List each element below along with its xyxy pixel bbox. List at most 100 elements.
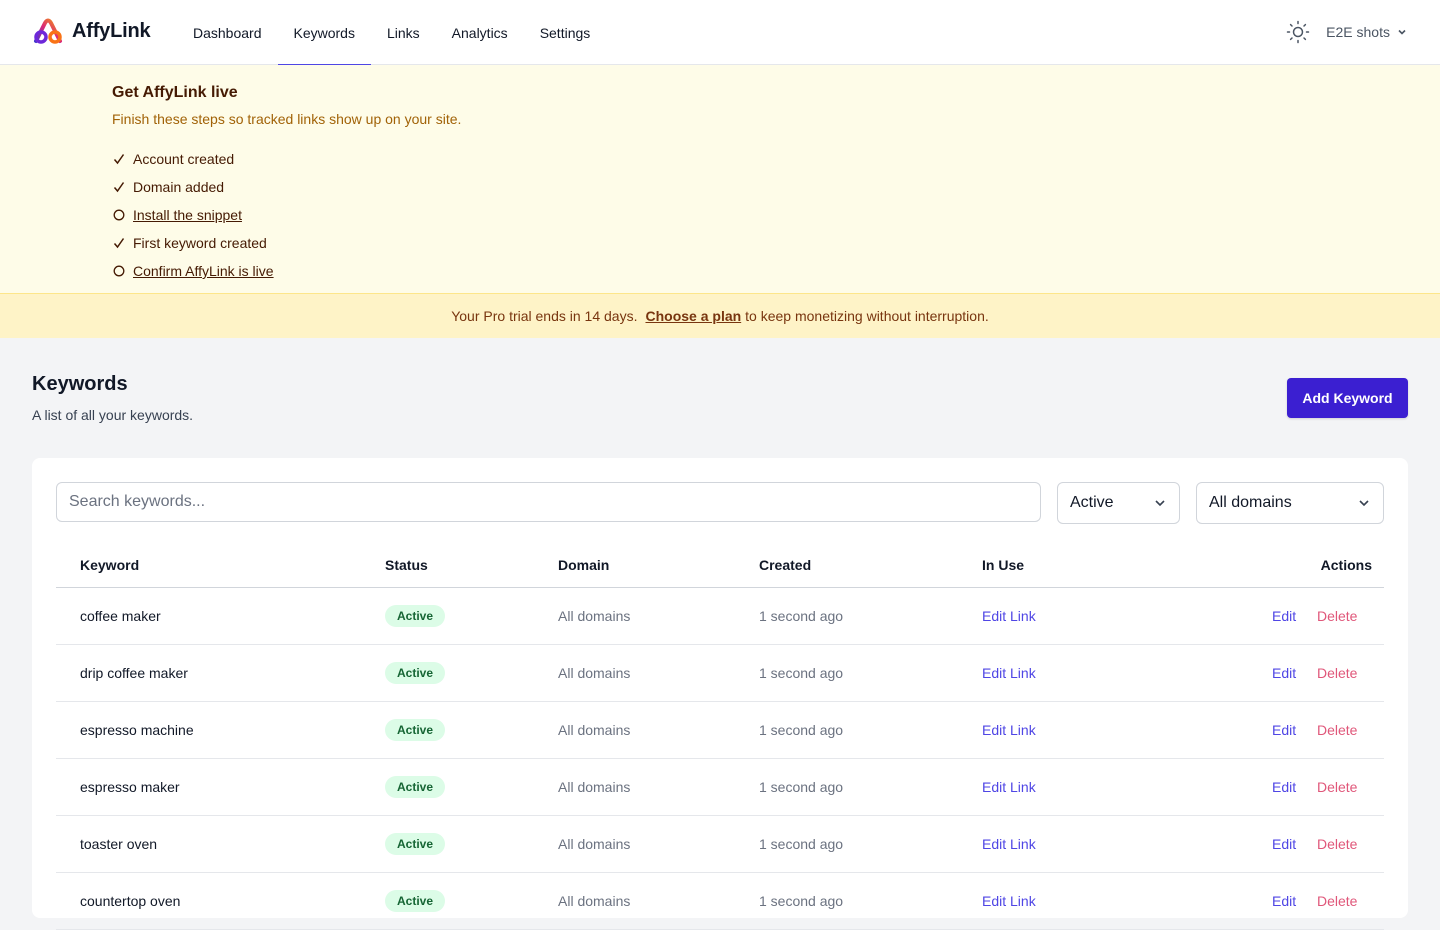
- domain-cell: All domains: [558, 665, 631, 681]
- delete-button[interactable]: Delete: [1317, 836, 1357, 852]
- keywords-table: Keyword Status Domain Created In Use Act…: [56, 542, 1384, 930]
- table-row: countertop oven Active All domains 1 sec…: [56, 873, 1384, 930]
- delete-button[interactable]: Delete: [1317, 665, 1357, 681]
- tab-analytics[interactable]: Analytics: [436, 0, 524, 65]
- tab-keywords[interactable]: Keywords: [277, 0, 372, 66]
- search-input[interactable]: [56, 482, 1041, 522]
- onboarding-subtitle: Finish these steps so tracked links show…: [112, 111, 462, 127]
- onboarding-panel: Get AffyLink live Finish these steps so …: [0, 65, 1440, 294]
- brand[interactable]: AffyLink: [32, 17, 151, 45]
- trial-text: Your Pro trial ends in 14 days.: [451, 308, 638, 324]
- onboarding-step-label: Account created: [133, 151, 235, 167]
- check-icon: [112, 181, 125, 193]
- sun-icon[interactable]: [1286, 20, 1310, 44]
- created-cell: 1 second ago: [759, 836, 844, 852]
- table-row: coffee maker Active All domains 1 second…: [56, 588, 1384, 645]
- edit-button[interactable]: Edit: [1272, 779, 1296, 795]
- chevron-down-icon: [1359, 500, 1369, 507]
- check-icon: [112, 237, 125, 249]
- keyword-cell: countertop oven: [80, 893, 181, 909]
- column-header-status: Status: [385, 557, 428, 573]
- onboarding-step: First keyword created: [112, 229, 274, 257]
- column-header-domain: Domain: [558, 557, 610, 573]
- edit-button[interactable]: Edit: [1272, 836, 1296, 852]
- choose-plan-link[interactable]: Choose a plan: [645, 308, 741, 324]
- onboarding-step-label: Domain added: [133, 179, 225, 195]
- column-header-in-use: In Use: [982, 557, 1025, 573]
- status-badge: Active: [385, 833, 446, 855]
- status-badge: Active: [385, 890, 446, 912]
- domain-cell: All domains: [558, 836, 631, 852]
- status-badge: Active: [385, 719, 446, 741]
- delete-button[interactable]: Delete: [1317, 893, 1357, 909]
- circle-icon: [112, 265, 125, 277]
- confirm-live-link[interactable]: Confirm AffyLink is live: [133, 263, 274, 279]
- edit-button[interactable]: Edit: [1272, 722, 1296, 738]
- keyword-cell: espresso maker: [80, 779, 180, 795]
- table-row: toaster oven Active All domains 1 second…: [56, 816, 1384, 873]
- trial-text-after: to keep monetizing without interruption.: [745, 308, 989, 324]
- edit-link-link[interactable]: Edit Link: [982, 608, 1036, 624]
- status-filter-value: Active: [1070, 494, 1114, 511]
- domain-cell: All domains: [558, 893, 631, 909]
- chevron-down-icon: [1398, 29, 1406, 35]
- delete-button[interactable]: Delete: [1317, 722, 1357, 738]
- page-subtitle: A list of all your keywords.: [32, 407, 194, 423]
- edit-link-link[interactable]: Edit Link: [982, 665, 1036, 681]
- status-filter-select[interactable]: Active: [1057, 482, 1180, 524]
- circle-icon: [112, 209, 125, 221]
- edit-link-link[interactable]: Edit Link: [982, 893, 1036, 909]
- nav-right: E2E shots: [1286, 20, 1408, 44]
- onboarding-step: Confirm AffyLink is live: [112, 257, 274, 285]
- delete-button[interactable]: Delete: [1317, 779, 1357, 795]
- tab-dashboard[interactable]: Dashboard: [177, 0, 278, 65]
- edit-link-link[interactable]: Edit Link: [982, 722, 1036, 738]
- account-menu[interactable]: E2E shots: [1326, 24, 1408, 40]
- page-title: Keywords: [32, 373, 128, 395]
- domain-filter-select[interactable]: All domains: [1196, 482, 1384, 524]
- main-nav: Dashboard Keywords Links Analytics Setti…: [177, 0, 607, 66]
- install-snippet-link[interactable]: Install the snippet: [133, 207, 242, 223]
- table-row: drip coffee maker Active All domains 1 s…: [56, 645, 1384, 702]
- edit-link-link[interactable]: Edit Link: [982, 779, 1036, 795]
- table-header: Keyword Status Domain Created In Use Act…: [56, 542, 1384, 588]
- column-header-actions: Actions: [1320, 557, 1372, 573]
- created-cell: 1 second ago: [759, 665, 844, 681]
- domain-cell: All domains: [558, 608, 631, 624]
- check-icon: [112, 153, 125, 165]
- domain-filter-value: All domains: [1209, 494, 1292, 511]
- affylink-logo: [34, 18, 62, 44]
- brand-name: AffyLink: [72, 19, 151, 42]
- table-row: espresso machine Active All domains 1 se…: [56, 702, 1384, 759]
- trial-banner: Your Pro trial ends in 14 days. Choose a…: [0, 294, 1440, 338]
- keyword-cell: toaster oven: [80, 836, 158, 852]
- onboarding-steps: Account created Domain added Install the…: [112, 145, 274, 285]
- onboarding-title: Get AffyLink live: [112, 84, 238, 101]
- edit-button[interactable]: Edit: [1272, 608, 1296, 624]
- onboarding-step: Account created: [112, 145, 274, 173]
- top-nav: AffyLink Dashboard Keywords Links Analyt…: [0, 0, 1440, 66]
- created-cell: 1 second ago: [759, 608, 844, 624]
- tab-links[interactable]: Links: [371, 0, 436, 65]
- domain-cell: All domains: [558, 722, 631, 738]
- domain-cell: All domains: [558, 779, 631, 795]
- keyword-cell: drip coffee maker: [80, 665, 188, 681]
- column-header-created: Created: [759, 557, 812, 573]
- status-badge: Active: [385, 776, 446, 798]
- table-row: espresso maker Active All domains 1 seco…: [56, 759, 1384, 816]
- chevron-down-icon: [1155, 500, 1165, 507]
- add-keyword-button[interactable]: Add Keyword: [1287, 378, 1408, 418]
- keywords-card: Active All domains Keyword Status Domain…: [32, 458, 1408, 930]
- delete-button[interactable]: Delete: [1317, 608, 1357, 624]
- status-badge: Active: [385, 662, 446, 684]
- edit-button[interactable]: Edit: [1272, 893, 1296, 909]
- onboarding-step: Install the snippet: [112, 201, 274, 229]
- tab-settings[interactable]: Settings: [524, 0, 607, 65]
- keyword-cell: espresso machine: [80, 722, 194, 738]
- edit-button[interactable]: Edit: [1272, 665, 1296, 681]
- onboarding-step: Domain added: [112, 173, 274, 201]
- column-header-keyword: Keyword: [80, 557, 140, 573]
- status-badge: Active: [385, 605, 446, 627]
- onboarding-step-label: First keyword created: [133, 235, 267, 251]
- edit-link-link[interactable]: Edit Link: [982, 836, 1036, 852]
